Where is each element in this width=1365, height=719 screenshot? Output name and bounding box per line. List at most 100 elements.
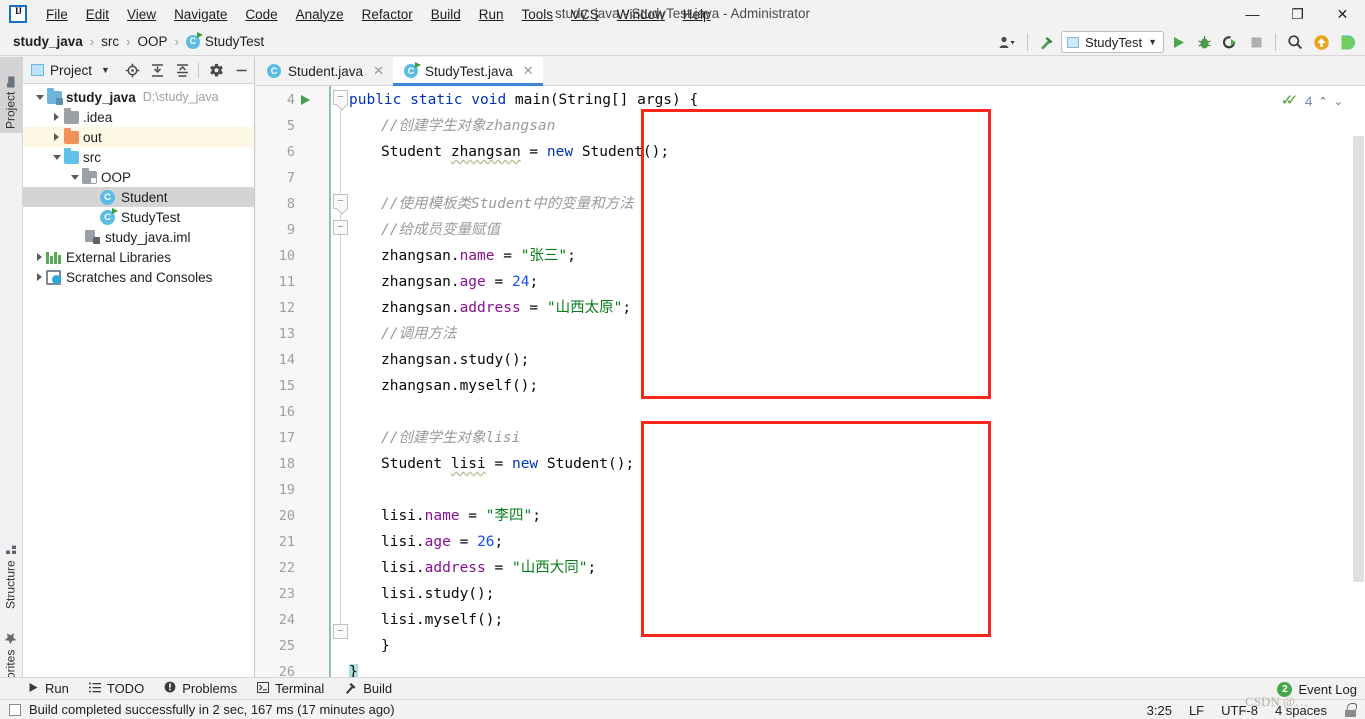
chevron-down-icon[interactable]: [68, 175, 81, 180]
menu-file[interactable]: File: [37, 3, 77, 26]
run-icon[interactable]: [1166, 30, 1190, 54]
tool-window-problems[interactable]: Problems: [154, 678, 247, 700]
code-line[interactable]: zhangsan.myself();: [381, 373, 538, 399]
menu-code[interactable]: Code: [236, 3, 286, 26]
debug-bug-icon[interactable]: [1192, 30, 1216, 54]
tree-item-idea[interactable]: .idea: [23, 107, 254, 127]
settings-gear-icon[interactable]: [205, 59, 228, 82]
caret-position[interactable]: 3:25: [1147, 703, 1172, 718]
locate-icon[interactable]: [121, 59, 144, 82]
tool-button-structure[interactable]: Structure: [0, 527, 22, 613]
chevron-down-icon[interactable]: ⌄: [1334, 95, 1343, 108]
code-line[interactable]: zhangsan.address = "山西太原";: [381, 295, 631, 321]
chevron-right-icon[interactable]: [33, 253, 46, 261]
code-line[interactable]: lisi.age = 26;: [381, 529, 503, 555]
expand-all-icon[interactable]: [146, 59, 169, 82]
chevron-right-icon[interactable]: [33, 273, 46, 281]
code-line[interactable]: Student zhangsan = new Student();: [381, 139, 669, 165]
menu-refactor[interactable]: Refactor: [353, 3, 422, 26]
tree-item-study-java[interactable]: study_java D:\study_java: [23, 87, 254, 107]
project-panel-title[interactable]: Project ▼: [31, 63, 110, 78]
breadcrumb-studytest[interactable]: StudyTest: [183, 31, 267, 50]
run-gutter-icon[interactable]: [301, 95, 310, 105]
run-configuration-selector[interactable]: StudyTest ▼: [1060, 31, 1164, 53]
code-line[interactable]: zhangsan.study();: [381, 347, 529, 373]
tree-item-out[interactable]: out: [23, 127, 254, 147]
code-folding-column[interactable]: − − − −: [332, 86, 349, 677]
status-message-area[interactable]: Build completed successfully in 2 sec, 1…: [9, 702, 395, 717]
tool-button-project[interactable]: Project: [0, 57, 22, 133]
tree-item-oop[interactable]: OOP: [23, 167, 254, 187]
code-lines[interactable]: public static void main(String[] args) {…: [349, 86, 1365, 677]
code-line[interactable]: Student lisi = new Student();: [381, 451, 634, 477]
menu-run[interactable]: Run: [470, 3, 513, 26]
read-write-lock-icon[interactable]: [1344, 703, 1357, 717]
tree-item-scratches[interactable]: Scratches and Consoles: [23, 267, 254, 287]
close-button[interactable]: ✕: [1320, 0, 1365, 28]
breadcrumb-src[interactable]: src: [98, 33, 122, 50]
code-line[interactable]: lisi.myself();: [381, 607, 503, 633]
fold-marker-comment-2[interactable]: −: [333, 220, 348, 235]
tool-window-run[interactable]: Run: [18, 678, 79, 700]
fold-marker-method-end[interactable]: −: [333, 624, 348, 639]
fold-marker-comment[interactable]: −: [333, 194, 348, 209]
maximize-button[interactable]: ❐: [1275, 0, 1320, 28]
tool-window-todo[interactable]: TODO: [79, 678, 154, 700]
code-line[interactable]: lisi.name = "李四";: [381, 503, 541, 529]
editor-scrollbar-thumb[interactable]: [1353, 136, 1364, 582]
code-line[interactable]: //给成员变量赋值: [381, 217, 500, 243]
code-editor[interactable]: 4 5 6 7 8 9 10 11 12 13 14 15 16 17 18 19 20 21 22 23 24 25 26…: [256, 86, 1365, 677]
tool-window-build[interactable]: Build: [334, 678, 402, 700]
chevron-right-icon[interactable]: [50, 113, 63, 121]
run-with-coverage-icon[interactable]: [1218, 30, 1242, 54]
menu-window[interactable]: Window: [608, 3, 674, 26]
code-line[interactable]: zhangsan.name = "张三";: [381, 243, 576, 269]
code-line[interactable]: //创建学生对象lisi: [381, 425, 520, 451]
code-line[interactable]: }: [349, 659, 358, 677]
chevron-down-icon[interactable]: [50, 155, 63, 160]
code-line[interactable]: zhangsan.age = 24;: [381, 269, 538, 295]
user-settings-icon[interactable]: [996, 30, 1020, 54]
hammer-icon[interactable]: [1035, 30, 1059, 54]
event-log-area[interactable]: 2 Event Log: [1277, 678, 1357, 700]
update-project-icon[interactable]: [1309, 30, 1333, 54]
inspection-widget[interactable]: ✓ ✓ 4 ⌃ ⌄: [1281, 88, 1343, 114]
chevron-right-icon[interactable]: [50, 133, 63, 141]
menu-edit[interactable]: Edit: [77, 3, 118, 26]
menu-navigate[interactable]: Navigate: [165, 3, 236, 26]
close-icon[interactable]: ✕: [373, 63, 384, 79]
tree-item-iml[interactable]: study_java.iml: [23, 227, 254, 247]
tree-item-student[interactable]: Student: [23, 187, 254, 207]
code-line[interactable]: public static void main(String[] args) {: [349, 87, 698, 113]
menu-build[interactable]: Build: [422, 3, 470, 26]
menu-analyze[interactable]: Analyze: [287, 3, 353, 26]
code-line[interactable]: //创建学生对象zhangsan: [381, 113, 555, 139]
indent-setting[interactable]: 4 spaces: [1275, 703, 1327, 718]
close-icon[interactable]: ✕: [523, 63, 534, 79]
menu-view[interactable]: View: [118, 3, 165, 26]
editor-tab-student-java[interactable]: Student.java ✕: [256, 57, 393, 85]
code-line[interactable]: }: [381, 633, 390, 659]
tree-item-external-libraries[interactable]: External Libraries: [23, 247, 254, 267]
minimize-button[interactable]: —: [1230, 0, 1275, 28]
fold-marker-method[interactable]: −: [333, 90, 348, 105]
chevron-down-icon[interactable]: [33, 95, 46, 100]
tool-window-terminal[interactable]: Terminal: [247, 678, 334, 700]
search-everywhere-icon[interactable]: [1283, 30, 1307, 54]
collapse-all-icon[interactable]: [171, 59, 194, 82]
menu-help[interactable]: Help: [674, 3, 720, 26]
code-line[interactable]: lisi.address = "山西大同";: [381, 555, 596, 581]
line-separator[interactable]: LF: [1189, 703, 1204, 718]
editor-tab-studytest-java[interactable]: StudyTest.java ✕: [392, 57, 543, 86]
tree-item-studytest[interactable]: StudyTest: [23, 207, 254, 227]
editor-gutter[interactable]: 4 5 6 7 8 9 10 11 12 13 14 15 16 17 18 19 20 21 22 23 24 25 26: [256, 86, 330, 677]
breadcrumb-study-java[interactable]: study_java: [10, 33, 86, 50]
ide-features-icon[interactable]: [1335, 30, 1359, 54]
chevron-up-icon[interactable]: ⌃: [1319, 95, 1328, 108]
editor-scrollbar[interactable]: [1352, 86, 1365, 677]
code-line[interactable]: lisi.study();: [381, 581, 495, 607]
code-line[interactable]: //使用模板类Student中的变量和方法: [381, 191, 634, 217]
tree-item-src[interactable]: src: [23, 147, 254, 167]
breadcrumb-oop[interactable]: OOP: [134, 33, 170, 50]
menu-vcs[interactable]: VCS: [562, 3, 608, 26]
